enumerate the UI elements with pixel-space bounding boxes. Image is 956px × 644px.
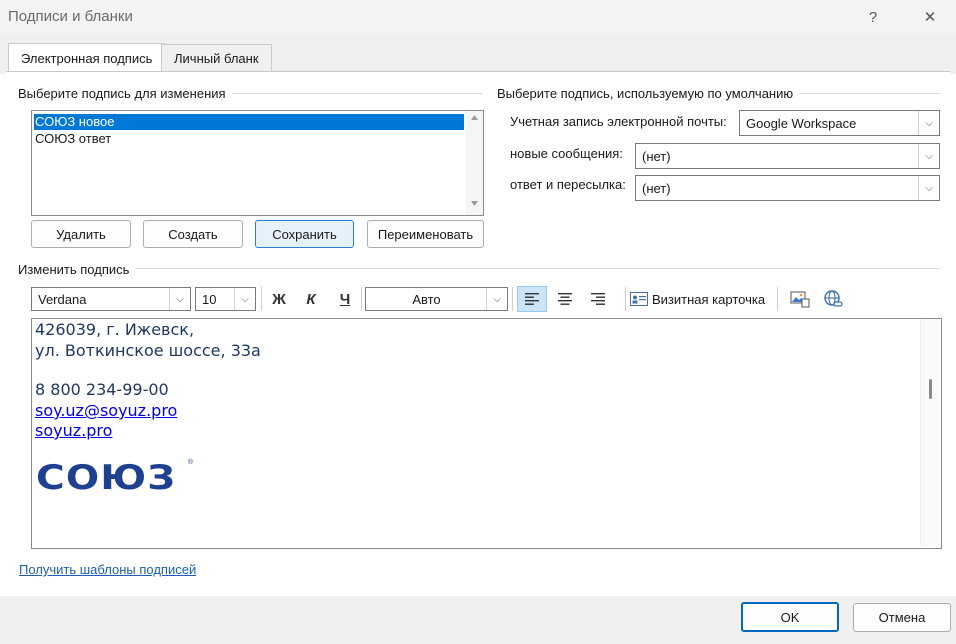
align-center-button[interactable] xyxy=(551,287,579,311)
reply-select[interactable]: (нет) ⌵ xyxy=(635,175,940,201)
divider xyxy=(18,268,940,269)
business-card-label: Визитная карточка xyxy=(652,291,766,307)
address-line-1: 426039, г. Ижевск, xyxy=(35,320,195,339)
save-label: Сохранить xyxy=(272,226,337,242)
company-logo: СОЮЗ ® xyxy=(36,459,193,497)
toolbar-separator xyxy=(512,287,513,311)
get-templates-link[interactable]: Получить шаблоны подписей xyxy=(19,562,196,577)
ok-label: OK xyxy=(780,609,800,625)
close-button[interactable]: ✕ xyxy=(907,0,953,34)
business-card-icon xyxy=(630,292,648,306)
account-value: Google Workspace xyxy=(746,115,857,131)
size-value: 10 xyxy=(202,291,217,307)
insert-hyperlink-button[interactable] xyxy=(820,287,846,311)
account-select[interactable]: Google Workspace ⌵ xyxy=(739,110,940,136)
align-left-button[interactable] xyxy=(517,286,547,312)
new-messages-select[interactable]: (нет) ⌵ xyxy=(635,143,940,169)
new-messages-label: новые сообщения: xyxy=(510,146,623,161)
tab-email-signature[interactable]: Электронная подпись xyxy=(8,43,166,72)
font-select[interactable]: Verdana ⌵ xyxy=(31,287,191,311)
picture-icon xyxy=(790,291,810,308)
account-label: Учетная запись электронной почты: xyxy=(510,114,727,129)
cancel-label: Отмена xyxy=(878,610,926,625)
color-value: Авто xyxy=(412,291,441,307)
scroll-arrows-icon xyxy=(471,115,478,206)
ok-button[interactable]: OK xyxy=(741,602,839,632)
insert-picture-button[interactable] xyxy=(787,287,813,311)
align-right-button[interactable] xyxy=(584,287,612,311)
rename-button[interactable]: Переименовать xyxy=(367,220,484,248)
toolbar-separator xyxy=(625,287,626,311)
tab-personal-stationery[interactable]: Личный бланк xyxy=(161,44,272,71)
toolbar-separator xyxy=(777,287,778,311)
logo-text: СОЮЗ xyxy=(36,458,177,498)
new-messages-value: (нет) xyxy=(642,148,671,164)
delete-button[interactable]: Удалить xyxy=(31,220,131,248)
signature-list[interactable]: СОЮЗ новое СОЮЗ ответ xyxy=(31,110,484,216)
delete-label: Удалить xyxy=(56,226,106,242)
cancel-button[interactable]: Отмена xyxy=(853,603,951,632)
default-signature-label: Выберите подпись, используемую по умолча… xyxy=(497,86,800,101)
scroll-thumb[interactable] xyxy=(929,379,932,399)
reply-label: ответ и пересылка: xyxy=(510,177,626,192)
align-right-icon xyxy=(591,293,605,305)
size-select[interactable]: 10 ⌵ xyxy=(195,287,256,311)
color-select[interactable]: Авто ⌵ xyxy=(365,287,508,311)
reply-value: (нет) xyxy=(642,180,671,196)
help-button[interactable]: ? xyxy=(850,0,896,34)
bold-button[interactable]: Ж xyxy=(266,287,292,311)
list-item[interactable]: СОЮЗ ответ xyxy=(34,131,464,147)
signature-editor[interactable]: 426039, г. Ижевск, ул. Воткинское шоссе,… xyxy=(31,318,942,549)
toolbar-separator xyxy=(261,287,262,311)
toolbar-separator xyxy=(361,287,362,311)
underline-button[interactable]: Ч xyxy=(332,287,358,311)
editor-scrollbar[interactable] xyxy=(920,319,940,546)
select-signature-label: Выберите подпись для изменения xyxy=(18,86,232,101)
create-button[interactable]: Создать xyxy=(143,220,243,248)
align-center-icon xyxy=(558,293,572,305)
list-scrollbar[interactable] xyxy=(466,111,483,215)
address-line-2: ул. Воткинское шоссе, 33а xyxy=(35,341,261,360)
chevron-down-icon: ⌵ xyxy=(234,288,255,310)
rename-label: Переименовать xyxy=(377,226,474,242)
phone-number: 8 800 234-99-00 xyxy=(35,380,169,399)
site-link[interactable]: soyuz.pro xyxy=(35,421,112,440)
create-label: Создать xyxy=(168,226,218,242)
chevron-down-icon: ⌵ xyxy=(918,176,939,200)
chevron-down-icon: ⌵ xyxy=(918,111,939,135)
registered-mark-icon: ® xyxy=(187,459,194,466)
edit-signature-label: Изменить подпись xyxy=(18,262,136,277)
align-left-icon xyxy=(525,293,539,305)
business-card-button[interactable]: Визитная карточка xyxy=(630,287,765,311)
save-button[interactable]: Сохранить xyxy=(255,220,354,248)
window-title: Подписи и бланки xyxy=(8,8,133,25)
chevron-down-icon: ⌵ xyxy=(918,144,939,168)
chevron-down-icon: ⌵ xyxy=(169,288,190,310)
italic-button[interactable]: К xyxy=(298,287,324,311)
title-bar xyxy=(0,0,956,34)
list-item[interactable]: СОЮЗ новое xyxy=(34,114,464,130)
chevron-down-icon: ⌵ xyxy=(486,288,507,310)
hyperlink-icon xyxy=(824,290,843,307)
font-value: Verdana xyxy=(38,291,87,307)
email-link[interactable]: soy.uz@soyuz.pro xyxy=(35,401,177,420)
